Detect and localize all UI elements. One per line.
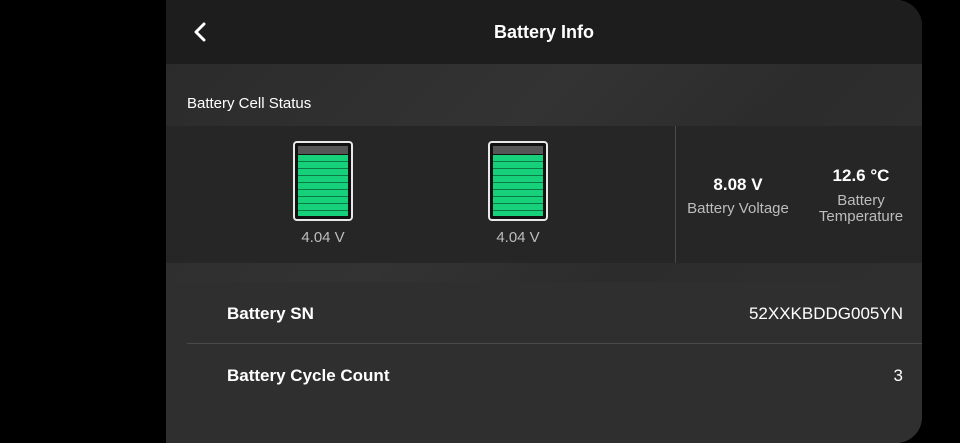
info-row-cycle-count: Battery Cycle Count 3 <box>166 346 922 406</box>
cell-empty-segment <box>298 146 348 154</box>
cell-2-voltage: 4.04 V <box>496 229 540 246</box>
cell-1-voltage: 4.04 V <box>301 229 345 246</box>
cell-charge-fill <box>493 155 543 216</box>
battery-cell-2-icon <box>488 141 548 221</box>
cell-empty-segment <box>493 146 543 154</box>
info-row-serial: Battery SN 52XXKBDDG005YN <box>166 284 922 344</box>
cell-body <box>293 141 353 221</box>
header-bar: Battery Info <box>166 0 922 64</box>
battery-temperature-label-line2: Temperature <box>818 208 904 225</box>
battery-voltage-value: 8.08 V <box>713 175 763 194</box>
cycle-count-value: 3 <box>893 366 903 385</box>
row-divider <box>187 343 922 344</box>
cell-status-label: Battery Cell Status <box>187 95 312 112</box>
battery-info-list: Battery SN 52XXKBDDG005YN Battery Cycle … <box>166 282 922 443</box>
battery-temperature-label-line1: Battery <box>837 192 885 209</box>
cell-status-strip: 4.04 V 4.04 V 8.08 V Battery Voltage 12.… <box>166 126 922 263</box>
cell-stats-divider <box>675 126 676 263</box>
battery-info-panel: Battery Info Battery Cell Status 4.04 V … <box>166 0 922 443</box>
battery-sn-label: Battery SN <box>227 304 314 323</box>
cell-charge-fill <box>298 155 348 216</box>
cell-body <box>488 141 548 221</box>
page-title: Battery Info <box>493 22 594 42</box>
battery-sn-value: 52XXKBDDG005YN <box>748 304 903 323</box>
battery-temperature-value: 12.6 °C <box>832 166 890 185</box>
battery-voltage-label: Battery Voltage <box>687 200 789 217</box>
cycle-count-label: Battery Cycle Count <box>227 366 390 385</box>
battery-cell-1-icon <box>293 141 353 221</box>
left-black-area <box>0 0 166 443</box>
